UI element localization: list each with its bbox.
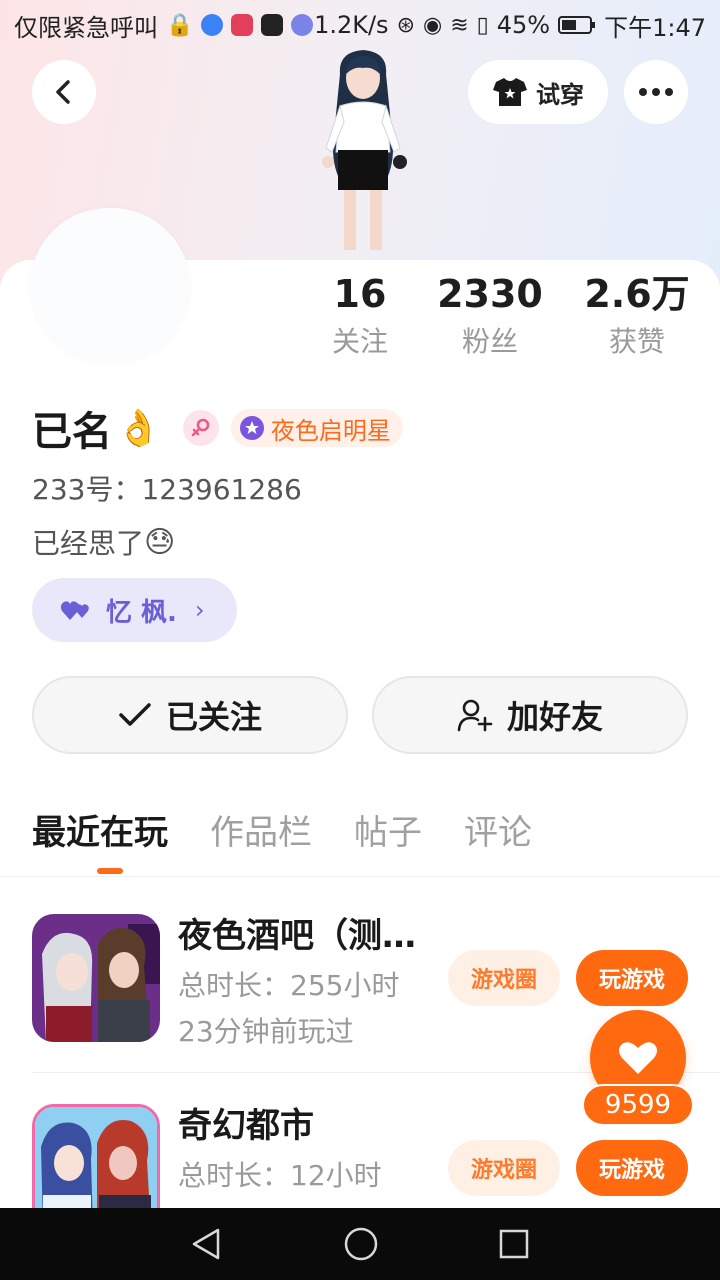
tshirt-icon <box>493 78 527 106</box>
checkmark-icon <box>119 703 151 726</box>
stat-value: 2330 <box>437 272 543 316</box>
partner-pill[interactable]: 忆 枫. › <box>32 578 237 642</box>
followed-label: 已关注 <box>165 698 262 736</box>
heart-icon <box>619 1042 657 1074</box>
game-circle-button[interactable]: 游戏圈 <box>448 950 560 1006</box>
game-duration: 总时长：12小时 <box>178 1159 382 1192</box>
title-badge[interactable]: 夜色启明星 <box>230 409 403 447</box>
nfc-icon: ⊛ <box>396 12 415 38</box>
back-button[interactable] <box>32 60 96 124</box>
try-on-button[interactable]: 试穿 <box>468 60 608 124</box>
user-name: 已名 <box>32 409 112 455</box>
avatar-3d-figure[interactable] <box>288 44 438 260</box>
game-last-played: 23分钟前玩过 <box>178 1015 354 1048</box>
app-icon-capcut <box>261 14 284 36</box>
user-bio-row: 已经思了 😓 <box>32 522 175 562</box>
stat-label: 关注 <box>331 325 388 358</box>
add-user-icon <box>457 699 493 732</box>
gender-female-icon <box>182 410 219 446</box>
nav-home-icon[interactable] <box>343 1226 379 1262</box>
stat-value: 16 <box>333 272 387 316</box>
game-circle-button[interactable]: 游戏圈 <box>448 1140 560 1196</box>
add-friend-button[interactable]: 加好友 <box>372 676 688 754</box>
app-icon-video <box>231 14 254 36</box>
stat-value: 2.6万 <box>584 272 690 316</box>
star-medal-icon <box>239 416 264 440</box>
play-game-button[interactable]: 玩游戏 <box>576 1140 688 1196</box>
tabs-divider <box>0 876 720 877</box>
nav-back-icon[interactable] <box>190 1227 224 1261</box>
game-duration: 总时长：255小时 <box>178 969 400 1002</box>
system-nav-bar <box>0 1208 720 1280</box>
chevron-right-icon: › <box>194 596 205 624</box>
stats-bar: 16 关注 2330 粉丝 2.6万 获赞 <box>300 268 720 368</box>
title-badge-label: 夜色启明星 <box>270 416 391 445</box>
tab-works[interactable]: 作品栏 <box>210 806 312 866</box>
tab-comments[interactable]: 评论 <box>464 806 532 866</box>
tab-recently-played[interactable]: 最近在玩 <box>32 806 168 866</box>
user-id: 233号：123961286 <box>32 473 302 506</box>
play-game-button[interactable]: 玩游戏 <box>576 950 688 1006</box>
wifi-icon: ≋ <box>450 12 469 38</box>
double-heart-icon <box>60 601 89 620</box>
network-speed: 1.2K/s <box>314 11 389 39</box>
battery-percent: 45% <box>496 11 551 39</box>
followed-button[interactable]: 已关注 <box>32 676 348 754</box>
sim-icon: ▯ <box>476 12 489 38</box>
more-dots-icon <box>639 88 673 96</box>
app-icon-music <box>291 14 314 36</box>
stat-likes[interactable]: 2.6万 获赞 <box>567 268 707 364</box>
more-button[interactable] <box>624 60 688 124</box>
tab-posts[interactable]: 帖子 <box>354 806 422 866</box>
partner-name: 忆 枫. <box>106 597 177 628</box>
eye-icon: ◉ <box>423 12 443 38</box>
chevron-left-icon <box>56 80 70 104</box>
stat-label: 粉丝 <box>461 325 518 358</box>
nav-recents-icon[interactable] <box>498 1228 530 1260</box>
stat-following[interactable]: 16 关注 <box>290 268 430 364</box>
game-title: 奇幻都市 <box>178 1106 314 1146</box>
app-icon-browser <box>201 14 224 36</box>
profile-avatar[interactable] <box>30 208 190 364</box>
user-bio: 已经思了 <box>32 527 145 560</box>
add-friend-label: 加好友 <box>506 698 603 736</box>
lock-icon: 🔒 <box>166 12 194 38</box>
game-row[interactable]: 夜色酒吧（测试服） 总时长：255小时 23分钟前玩过 游戏圈 玩游戏 <box>32 914 688 1048</box>
sweat-face-emoji-icon: 😓 <box>144 524 176 560</box>
carrier-text: 仅限紧急呼叫 <box>14 13 158 42</box>
profile-tabs: 最近在玩 作品栏 帖子 评论 <box>32 806 532 866</box>
stat-label: 获赞 <box>608 325 665 358</box>
ok-hand-emoji-icon: 👌 <box>116 408 161 449</box>
tab-active-indicator <box>97 868 123 874</box>
game-icon[interactable] <box>32 914 160 1042</box>
status-bar: 仅限紧急呼叫 🔒 1.2K/s ⊛ ◉ ≋ ▯ 45% 下午1:47 <box>0 0 720 50</box>
game-title: 夜色酒吧（测试服） <box>178 916 428 956</box>
stat-followers[interactable]: 2330 粉丝 <box>420 268 560 364</box>
try-on-label: 试穿 <box>536 80 584 109</box>
battery-icon <box>558 16 596 34</box>
clock: 下午1:47 <box>604 13 706 42</box>
like-count: 9599 <box>582 1084 694 1126</box>
name-row: 已名 👌 夜色启明星 <box>32 398 403 458</box>
